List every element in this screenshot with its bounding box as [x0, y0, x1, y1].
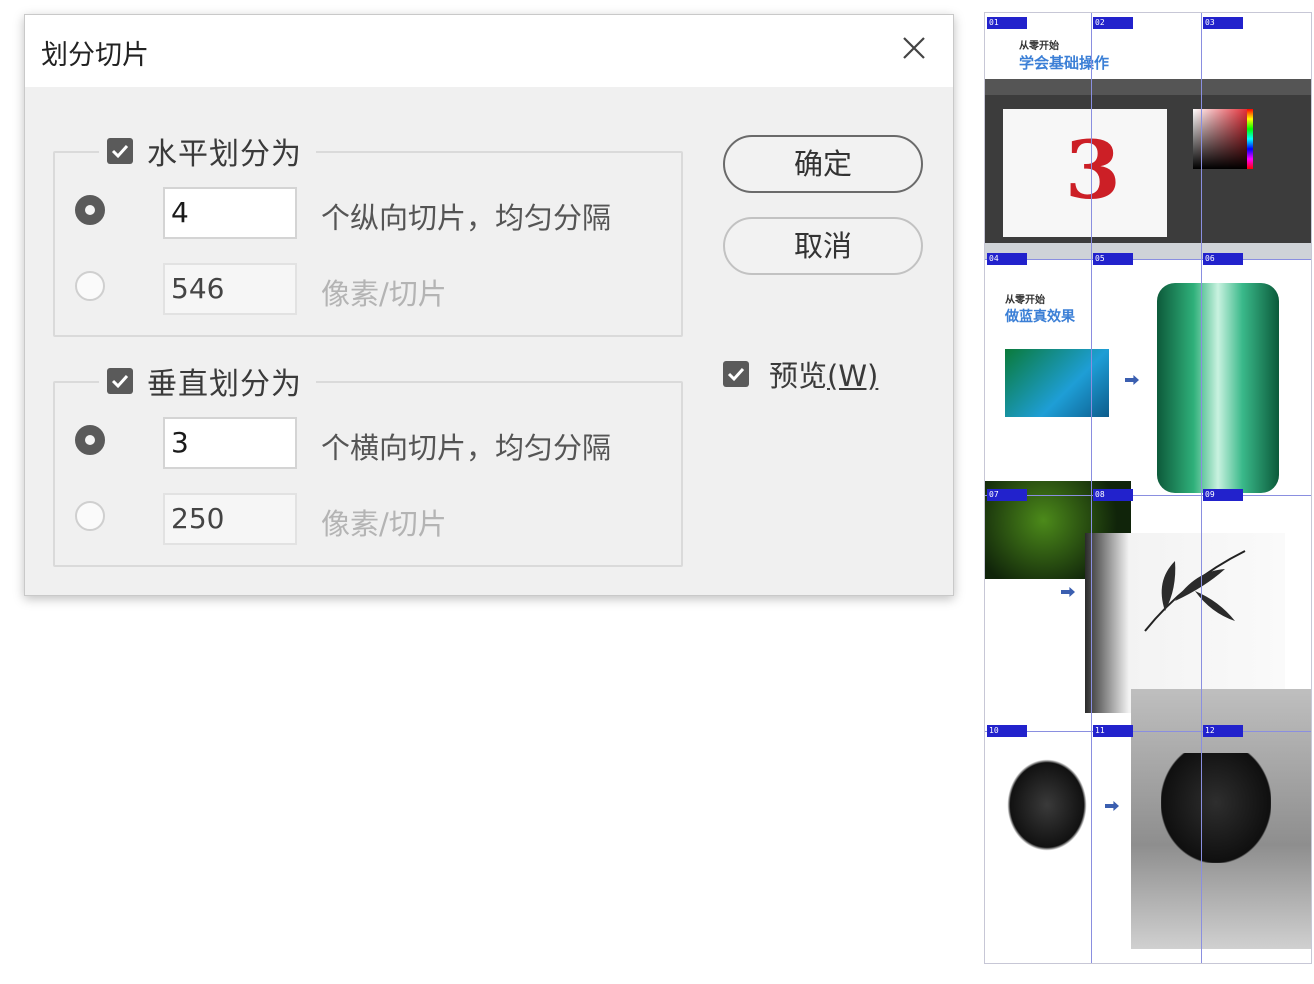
horizontal-count-input[interactable]: 4	[163, 187, 297, 239]
arrow-icon	[1061, 587, 1075, 597]
editor-canvas: 3	[1003, 109, 1167, 237]
arrow-icon	[1105, 801, 1119, 811]
vertical-divide-legend: 垂直划分为	[99, 361, 316, 402]
horizontal-pixel-row	[75, 271, 105, 301]
dialog-title: 划分切片	[41, 40, 149, 71]
arrow-icon	[1125, 375, 1139, 385]
editor-toolbar	[985, 79, 1311, 95]
horizontal-count-desc: 个纵向切片，均匀分隔	[321, 201, 612, 235]
slice-guide-vertical[interactable]	[1201, 13, 1202, 963]
vertical-pixel-radio[interactable]	[75, 501, 105, 531]
cancel-button[interactable]: 取消	[723, 217, 923, 275]
soda-thumb	[1005, 349, 1109, 417]
vertical-divide-label: 垂直划分为	[147, 367, 302, 402]
horizontal-divide-group: 水平划分为 4 个纵向切片，均匀分隔 546 像素/切片	[53, 131, 683, 337]
checkmark-icon	[111, 374, 129, 389]
slice-tag[interactable]: 02	[1093, 17, 1133, 29]
vertical-count-radio[interactable]	[75, 425, 105, 455]
vertical-pixel-input[interactable]: 250	[163, 493, 297, 545]
vertical-count-desc: 个横向切片，均匀分隔	[321, 431, 612, 465]
checkmark-icon	[111, 144, 129, 159]
slice-tag[interactable]: 11	[1093, 725, 1133, 737]
tutorial-heading-blue: 学会基础操作	[1019, 54, 1110, 72]
slice-tag[interactable]: 01	[987, 17, 1027, 29]
vertical-divide-checkbox[interactable]	[107, 368, 133, 394]
slice-tag[interactable]: 03	[1203, 17, 1243, 29]
skate-boot	[1161, 753, 1271, 863]
ok-button[interactable]: 确定	[723, 135, 923, 193]
horizontal-pixel-input[interactable]: 546	[163, 263, 297, 315]
vertical-pixel-desc: 像素/切片	[321, 507, 447, 541]
slice-guide-horizontal[interactable]	[985, 259, 1311, 260]
slice-guide-vertical[interactable]	[1091, 13, 1092, 963]
editor-strip	[985, 243, 1311, 259]
soda-can-image	[1157, 283, 1279, 493]
slice-tag[interactable]: 05	[1093, 253, 1133, 265]
dialog-titlebar: 划分切片	[25, 15, 953, 87]
horizontal-pixel-desc: 像素/切片	[321, 277, 447, 311]
slice-guide-horizontal[interactable]	[985, 731, 1311, 732]
slice-tag[interactable]: 06	[1203, 253, 1243, 265]
slice-tag[interactable]: 04	[987, 253, 1027, 265]
close-icon[interactable]	[899, 33, 929, 63]
soda-heading-blue: 做蓝真效果	[1005, 309, 1075, 325]
bamboo-leaves-icon	[1144, 550, 1246, 632]
soda-heading: 从零开始 做蓝真效果	[1005, 291, 1075, 326]
preview-toggle[interactable]: 预览(W)	[723, 353, 878, 395]
canvas-digit: 3	[1065, 123, 1121, 217]
horizontal-pixel-radio[interactable]	[75, 271, 105, 301]
slice-guide-horizontal[interactable]	[985, 495, 1311, 496]
horizontal-count-row	[75, 195, 105, 225]
editor-screenshot: 3	[985, 79, 1311, 259]
vertical-count-input[interactable]: 3	[163, 417, 297, 469]
horizontal-divide-legend: 水平划分为	[99, 131, 316, 172]
slice-tag[interactable]: 09	[1203, 489, 1243, 501]
slice-preview-canvas: 从零开始 学会基础操作 3 从零开始 做蓝真效果 01 02 03 04 05 …	[984, 12, 1312, 964]
slice-tag[interactable]: 07	[987, 489, 1027, 501]
skate-thumb	[1007, 759, 1087, 851]
slice-tag[interactable]: 10	[987, 725, 1027, 737]
tutorial-heading-small: 从零开始	[1019, 41, 1059, 52]
preview-label: 预览(W)	[769, 359, 879, 393]
vertical-count-row	[75, 425, 105, 455]
checkmark-icon	[727, 367, 745, 382]
soda-heading-small: 从零开始	[1005, 295, 1045, 306]
vertical-pixel-row	[75, 501, 105, 531]
preview-checkbox[interactable]	[723, 361, 749, 387]
horizontal-divide-checkbox[interactable]	[107, 138, 133, 164]
slice-tag[interactable]: 08	[1093, 489, 1133, 501]
horizontal-divide-label: 水平划分为	[147, 137, 302, 172]
divide-slice-dialog: 划分切片 水平划分为 4 个纵向切片，均匀分隔 546 像素/切片 垂直划分为	[24, 14, 954, 596]
horizontal-count-radio[interactable]	[75, 195, 105, 225]
color-picker-hue	[1247, 109, 1253, 169]
tutorial-heading: 从零开始 学会基础操作	[1019, 37, 1109, 73]
vertical-divide-group: 垂直划分为 3 个横向切片，均匀分隔 250 像素/切片	[53, 361, 683, 567]
slice-tag[interactable]: 12	[1203, 725, 1243, 737]
